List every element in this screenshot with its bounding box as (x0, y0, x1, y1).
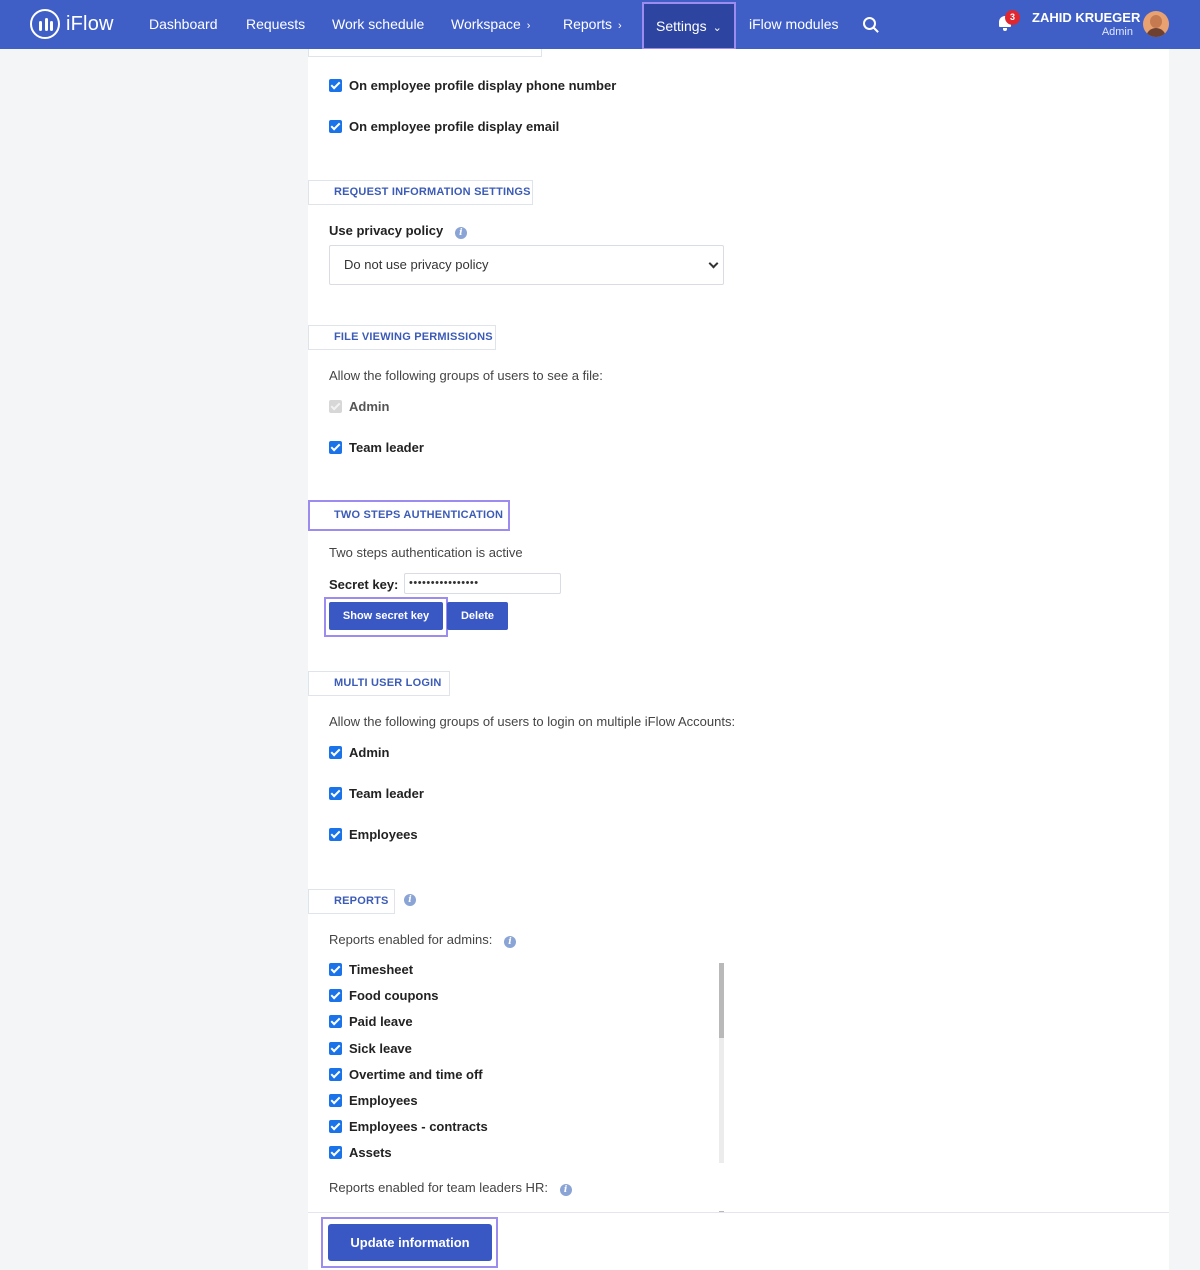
checkbox-checked-icon[interactable] (329, 787, 342, 800)
checkbox-label: Assets (349, 1145, 392, 1160)
checkbox-display-email[interactable]: On employee profile display email (329, 119, 559, 134)
checkbox-label: Paid leave (349, 1014, 413, 1029)
search-icon[interactable] (863, 17, 876, 30)
checkbox-report-overtime[interactable]: Overtime and time off (329, 1067, 483, 1082)
checkbox-checked-icon[interactable] (329, 989, 342, 1002)
checkbox-checked-icon[interactable] (329, 1068, 342, 1081)
checkbox-checked-icon[interactable] (329, 120, 342, 133)
checkbox-label: Team leader (349, 786, 424, 801)
notification-badge: 3 (1005, 10, 1020, 25)
checkbox-label: Admin (349, 399, 390, 414)
top-navbar: iFlow Dashboard Requests Work schedule W… (0, 0, 1200, 50)
checkbox-disabled-icon (329, 400, 342, 413)
checkbox-label: Employees (349, 827, 418, 842)
checkbox-checked-icon[interactable] (329, 1094, 342, 1107)
checkbox-report-assets[interactable]: Assets (329, 1145, 392, 1160)
nav-reports-label: Reports (563, 16, 613, 32)
checkbox-report-paid-leave[interactable]: Paid leave (329, 1014, 413, 1029)
checkbox-report-employees-contracts[interactable]: Employees - contracts (329, 1119, 488, 1134)
nav-workspace-label: Workspace (451, 16, 521, 32)
checkbox-checked-icon[interactable] (329, 1015, 342, 1028)
chevron-right-icon: › (618, 20, 622, 32)
checkbox-checked-icon[interactable] (329, 441, 342, 454)
checkbox-checked-icon[interactable] (329, 1120, 342, 1133)
checkbox-label: On employee profile display phone number (349, 78, 617, 93)
checkbox-multi-admin[interactable]: Admin (329, 745, 389, 760)
settings-panel: On employee profile display phone number… (308, 49, 1169, 1270)
checkbox-checked-icon[interactable] (329, 79, 342, 92)
checkbox-label: Employees - contracts (349, 1119, 488, 1134)
user-role: Admin (1101, 26, 1133, 38)
app-logo[interactable]: iFlow (30, 9, 114, 39)
checkbox-multi-employees[interactable]: Employees (329, 827, 418, 842)
checkbox-label: On employee profile display email (349, 119, 560, 134)
checkbox-file-team-leader[interactable]: Team leader (329, 440, 424, 455)
checkbox-label: Sick leave (349, 1041, 412, 1056)
update-information-button[interactable]: Update information (328, 1224, 492, 1261)
reports-admins-label-text: Reports enabled for admins: (329, 932, 493, 947)
nav-work-schedule[interactable]: Work schedule (332, 0, 424, 49)
nav-reports[interactable]: Reports › (563, 0, 622, 49)
checkbox-checked-icon[interactable] (329, 1146, 342, 1159)
info-icon[interactable]: i (559, 1184, 572, 1196)
chevron-right-icon: › (526, 20, 531, 32)
user-name[interactable]: ZAHID KRUEGER (1032, 10, 1140, 25)
checkbox-display-phone[interactable]: On employee profile display phone number (329, 78, 616, 93)
file-viewing-intro: Allow the following groups of users to s… (329, 368, 603, 383)
two-factor-status: Two steps authentication is active (329, 545, 523, 560)
section-tab-stub (308, 49, 542, 57)
reports-team-leaders-label: Reports enabled for team leaders HR: i (329, 1180, 572, 1196)
checkbox-label: Food coupons (349, 988, 439, 1003)
delete-secret-key-button[interactable]: Delete (447, 602, 508, 630)
nav-requests[interactable]: Requests (246, 0, 305, 49)
nav-workspace[interactable]: Workspace › (451, 0, 530, 49)
checkbox-label: Team leader (349, 440, 424, 455)
scrollbar-thumb[interactable] (719, 963, 724, 1038)
info-icon[interactable]: i (454, 227, 467, 239)
nav-iflow-modules[interactable]: iFlow modules (749, 0, 838, 49)
secret-key-input[interactable]: •••••••••••••••• (404, 573, 561, 594)
iflow-logo-icon (30, 9, 60, 39)
avatar[interactable] (1143, 11, 1169, 37)
nav-settings-label: Settings (656, 18, 707, 34)
nav-settings[interactable]: Settings ⌄ (642, 2, 736, 50)
show-secret-key-button[interactable]: Show secret key (329, 602, 443, 630)
privacy-policy-selected: Do not use privacy policy (344, 257, 489, 272)
checkbox-label: Timesheet (349, 962, 414, 977)
tab-reports: REPORTS (308, 889, 395, 914)
reports-team-leaders-label-text: Reports enabled for team leaders HR: (329, 1180, 548, 1195)
nav-dashboard[interactable]: Dashboard (149, 0, 218, 49)
info-icon[interactable]: i (503, 936, 516, 948)
privacy-policy-label: Use privacy policy i (329, 223, 467, 239)
checkbox-multi-team-leader[interactable]: Team leader (329, 786, 424, 801)
footer-actions: Update information (308, 1212, 1169, 1270)
checkbox-report-employees[interactable]: Employees (329, 1093, 418, 1108)
checkbox-checked-icon[interactable] (329, 746, 342, 759)
checkbox-checked-icon[interactable] (329, 963, 342, 976)
checkbox-report-timesheet[interactable]: Timesheet (329, 962, 413, 977)
privacy-policy-select[interactable]: Do not use privacy policy (329, 245, 724, 285)
tab-file-viewing-permissions: FILE VIEWING PERMISSIONS (308, 325, 496, 350)
multi-login-intro: Allow the following groups of users to l… (329, 714, 736, 729)
checkbox-label: Admin (349, 745, 390, 760)
logo-text: iFlow (66, 12, 114, 35)
tab-two-steps-authentication: TWO STEPS AUTHENTICATION (308, 500, 510, 531)
info-icon[interactable]: i (404, 894, 416, 906)
privacy-policy-label-text: Use privacy policy (329, 223, 444, 238)
checkbox-label: Employees (349, 1093, 418, 1108)
checkbox-file-admin: Admin (329, 399, 389, 414)
chevron-down-icon (708, 258, 719, 269)
tab-multi-user-login: MULTI USER LOGIN (308, 671, 450, 696)
secret-key-label: Secret key: (329, 577, 399, 592)
reports-admins-label: Reports enabled for admins: i (329, 932, 516, 948)
checkbox-checked-icon[interactable] (329, 828, 342, 841)
checkbox-label: Overtime and time off (349, 1067, 483, 1082)
checkbox-report-food-coupons[interactable]: Food coupons (329, 988, 439, 1003)
chevron-down-icon: ⌄ (712, 22, 722, 34)
tab-request-information-settings: REQUEST INFORMATION SETTINGS (308, 180, 533, 205)
checkbox-report-sick-leave[interactable]: Sick leave (329, 1041, 412, 1056)
reports-list-scrollbar[interactable] (719, 963, 724, 1163)
checkbox-checked-icon[interactable] (329, 1042, 342, 1055)
